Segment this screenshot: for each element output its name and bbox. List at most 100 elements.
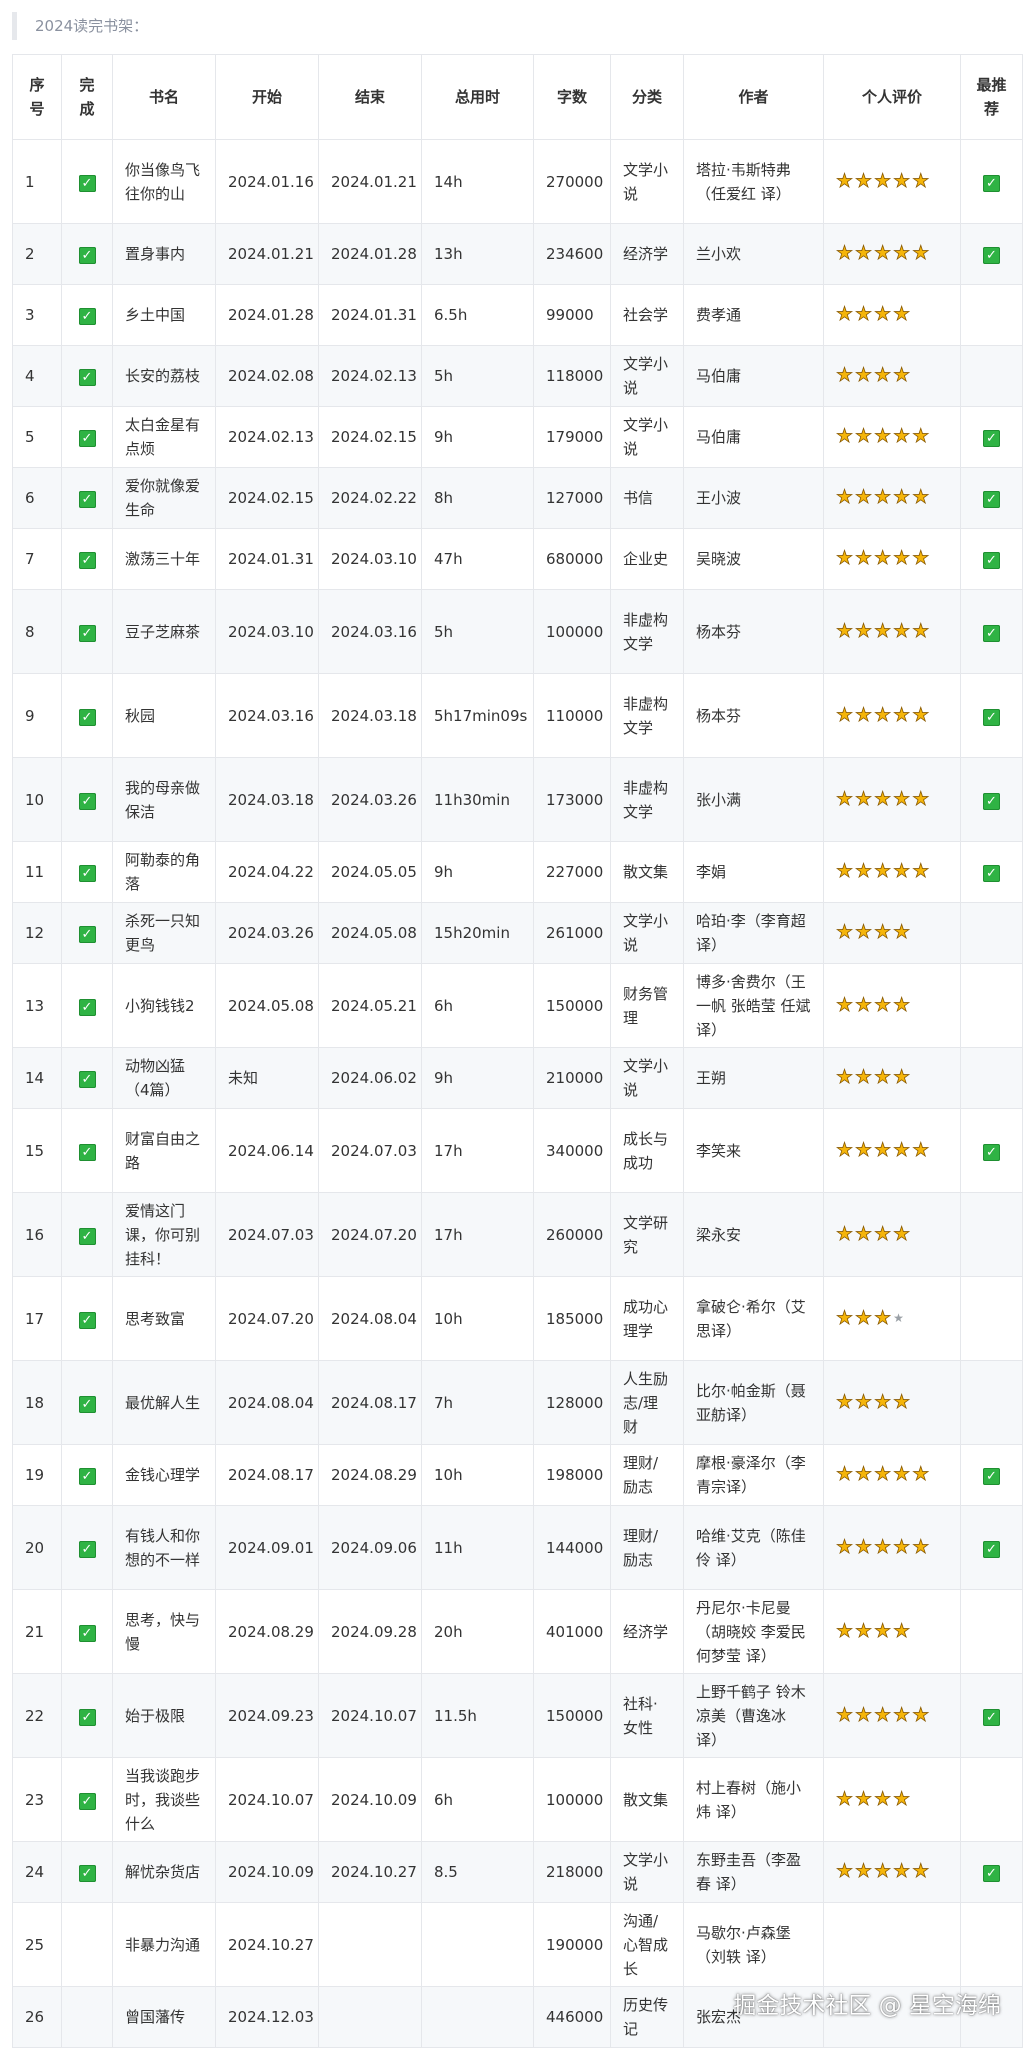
cell-category: 理财/励志 [610,1505,684,1590]
cell-author: 塔拉·韦斯特弗（任爱红 译） [683,139,824,224]
cell-no: 24 [12,1841,62,1903]
rating-stars: ★ ★ ★ ★ [836,993,912,1018]
cell-start: 2024.10.27 [215,1902,319,1987]
star-icon: ★ [855,1222,873,1245]
star-icon: ★ [855,619,873,642]
star-icon: ★ [893,1222,911,1245]
cell-rating: ★ ★ ★ ★ [823,1192,961,1277]
cell-category: 书信 [610,467,684,529]
cell-recommend [960,1192,1023,1277]
cell-end: 2024.03.16 [318,589,422,674]
table-row: 9 ✓ 秋园 2024.03.16 2024.03.18 5h17min09s 110000… [12,673,1023,758]
cell-category: 文学研究 [610,1192,684,1277]
cell-title: 豆子芝麻茶 [112,589,216,674]
table-row: 4 ✓ 长安的荔枝 2024.02.08 2024.02.13 5h 118000 文学小说马… [12,345,1023,407]
cell-end: 2024.01.21 [318,139,422,224]
star-icon: ★ [874,1703,892,1726]
cell-done: ✓ [61,528,113,590]
cell-no: 1 [12,139,62,224]
star-icon: ★ [893,1138,911,1161]
cell-done: ✓ [61,345,113,407]
star-icon: ★ [874,1787,892,1810]
cell-rating: ★ ★ ★ ★ [823,1757,961,1842]
star-icon: ★ [912,1463,930,1486]
check-icon: ✓ [78,247,96,264]
cell-recommend [960,1047,1023,1109]
rating-stars: ★ ★ ★ ★ ★ [836,787,931,812]
rating-stars: ★ ★ ★ ★ ★ [836,547,931,571]
cell-done: ✓ [61,1360,113,1445]
check-icon: ✓ [983,1708,1000,1726]
cell-words: 401000 [533,1589,611,1674]
cell-done: ✓ [61,757,113,842]
star-icon: ★ [836,1787,854,1810]
star-icon: ★ [893,303,911,326]
star-icon: ★ [855,547,873,570]
cell-start: 2024.08.17 [215,1444,319,1506]
cell-done: ✓ [61,1589,113,1674]
table-row: 15 ✓ 财富自由之路 2024.06.14 2024.07.03 17h 340000 成长… [12,1108,1023,1193]
table-row: 20 ✓ 有钱人和你想的不一样 2024.09.01 2024.09.06 11h 1440… [12,1505,1023,1590]
cell-start: 2024.08.29 [215,1589,319,1674]
rating-stars: ★ ★ ★ ★ [836,303,912,327]
cell-words: 340000 [533,1108,611,1193]
check-icon: ✓ [983,792,1000,810]
cell-time: 5h17min09s [421,673,534,758]
cell-author: 马伯庸 [683,345,824,407]
col-header-end: 结束 [318,54,422,140]
cell-author: 兰小欢 [683,223,824,285]
cell-no: 20 [12,1505,62,1590]
cell-author: 张小满 [683,757,824,842]
cell-end: 2024.01.28 [318,223,422,285]
cell-done: ✓ [61,1047,113,1109]
star-icon: ★ [874,860,892,883]
star-icon: ★ [893,619,911,642]
cell-recommend [960,902,1023,964]
cell-time: 13h [421,223,534,285]
check-icon: ✓ [983,552,1000,569]
cell-author: 上野千鹤子 铃木凉美（曹逸冰 译） [683,1673,824,1758]
cell-time: 5h [421,345,534,407]
cell-title: 思考致富 [112,1276,216,1361]
cell-no: 3 [12,284,62,346]
star-icon: ★ [874,364,892,387]
cell-author: 哈珀·李（李育超译） [683,902,824,964]
cell-end: 2024.05.05 [318,841,422,903]
cell-category: 经济学 [610,1589,684,1674]
star-icon: ★ [912,1860,930,1883]
cell-rating: ★ ★ ★ ★ ★ [823,673,961,758]
check-icon: ✓ [78,552,96,569]
cell-done: ✓ [61,589,113,674]
cell-no: 12 [12,902,62,964]
cell-start: 未知 [215,1047,319,1109]
cell-time: 47h [421,528,534,590]
check-icon: ✓ [78,1227,96,1245]
cell-end: 2024.08.04 [318,1276,422,1361]
cell-author: 马伯庸 [683,406,824,468]
check-icon: ✓ [983,491,1000,508]
cell-start: 2024.02.08 [215,345,319,407]
cell-category: 成长与成功 [610,1108,684,1193]
cell-rating: ★ ★ ★ ★ ★ [823,1444,961,1506]
star-icon: ★ [855,993,873,1016]
cell-title: 爱情这门课，你可别挂科！ [112,1192,216,1277]
star-icon: ★ [836,860,854,883]
cell-recommend [960,1360,1023,1445]
star-icon: ★ [893,1066,911,1089]
cell-category: 非虚构文学 [610,757,684,842]
check-icon: ✓ [983,1143,1000,1161]
cell-done: ✓ [61,1673,113,1758]
check-icon: ✓ [78,1311,96,1329]
rating-stars: ★ ★ ★ ★ ★ [836,1138,931,1163]
check-icon: ✓ [983,1468,1000,1485]
cell-end: 2024.10.27 [318,1841,422,1903]
star-icon: ★ [874,169,892,192]
cell-title: 乡土中国 [112,284,216,346]
cell-end: 2024.01.31 [318,284,422,346]
star-icon: ★ [855,1066,873,1089]
star-icon: ★ [836,703,854,726]
cell-no: 2 [12,223,62,285]
cell-no: 11 [12,841,62,903]
cell-words: 179000 [533,406,611,468]
cell-done: ✓ [61,1757,113,1842]
